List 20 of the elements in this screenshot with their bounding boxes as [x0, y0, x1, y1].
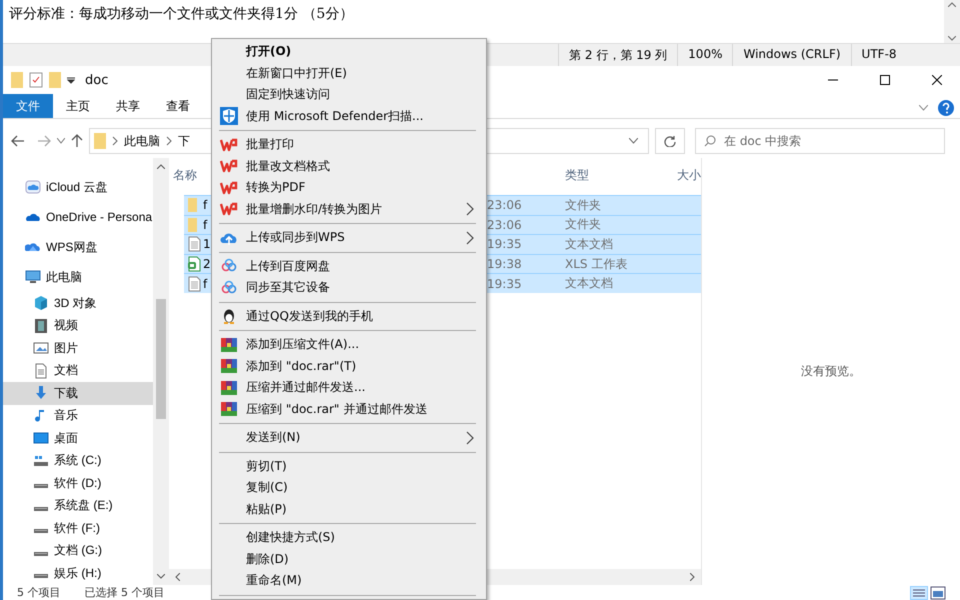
- file-type: 文本文档: [565, 275, 614, 292]
- file-name: f: [203, 218, 208, 232]
- file-type: XLS 工作表: [565, 256, 628, 273]
- modified-time: 23:06: [487, 198, 523, 212]
- modified-time: 23:06: [487, 218, 523, 232]
- file-name: 1: [203, 237, 211, 252]
- modified-time: 19:35: [487, 276, 523, 291]
- window-title: doc: [85, 72, 108, 88]
- preview-message: 没有预览。: [801, 363, 861, 380]
- text-line: 评分标准：每成功移动一个文件或文件夹得1分 （5分）: [8, 5, 354, 24]
- file-type: 文件夹: [565, 216, 602, 234]
- file-type: 文件夹: [565, 196, 602, 214]
- modified-time: 19:38: [487, 257, 523, 272]
- file-name: f: [203, 276, 208, 291]
- status-text: 5 个项目: [17, 585, 60, 600]
- file-name: f: [203, 198, 208, 212]
- file-name: 2: [203, 257, 211, 272]
- modified-time: 19:35: [487, 237, 523, 252]
- status-text: 已选择 5 个项目: [84, 585, 164, 600]
- file-type: 文本文档: [565, 236, 614, 253]
